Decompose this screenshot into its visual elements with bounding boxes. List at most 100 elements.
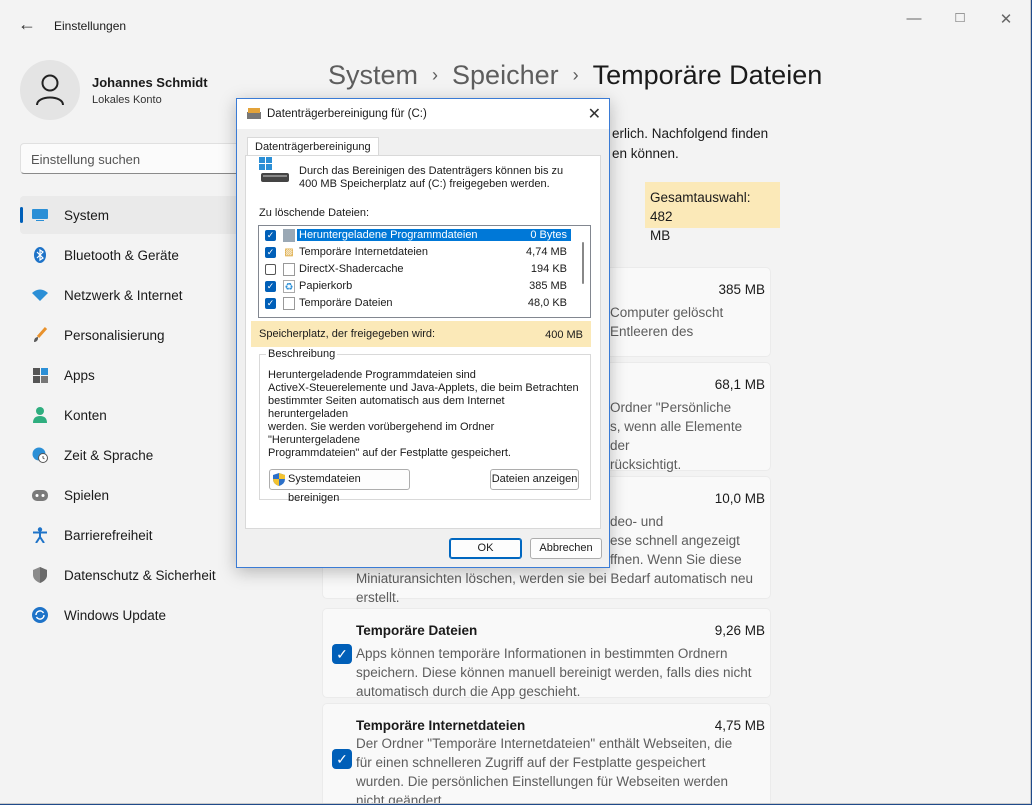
list-scrollbar[interactable] bbox=[576, 226, 590, 317]
sidebar-item-label: Konten bbox=[64, 407, 107, 423]
breadcrumb-item-system[interactable]: System bbox=[328, 60, 418, 90]
total-line: Gesamtauswahl: 482 bbox=[650, 190, 751, 224]
wifi-icon bbox=[32, 287, 48, 303]
description-title: Beschreibung bbox=[266, 348, 338, 360]
person-icon bbox=[32, 407, 48, 423]
card-size: 9,26 MB bbox=[714, 623, 765, 638]
sidebar-item-label: Apps bbox=[64, 367, 95, 383]
globe-clock-icon bbox=[32, 447, 48, 463]
maximize-icon[interactable]: □ bbox=[950, 9, 970, 26]
tab-disk-cleanup[interactable]: Datenträgerbereinigung bbox=[247, 137, 379, 157]
card-desc-line: s, wenn alle Elemente bbox=[610, 419, 743, 434]
document-icon bbox=[283, 263, 295, 276]
total-line: MB bbox=[650, 228, 671, 243]
card-desc-line: erstellt. bbox=[356, 590, 400, 605]
list-item[interactable]: ✓ Temporäre Dateien 48,0 KB bbox=[259, 295, 577, 312]
breadcrumb-item-storage[interactable]: Speicher bbox=[452, 60, 559, 90]
file-checkbox[interactable] bbox=[265, 264, 276, 275]
sidebar-item-label: Personalisierung bbox=[64, 327, 165, 343]
card-desc-line: Der Ordner "Temporäre Internetdateien" e… bbox=[356, 736, 733, 751]
brush-icon bbox=[32, 327, 48, 343]
folder-icon bbox=[283, 229, 295, 242]
file-name: Temporäre Dateien bbox=[299, 297, 393, 309]
dialog-title: Datenträgerbereinigung für (C:) bbox=[267, 108, 427, 120]
clean-system-files-button[interactable]: Systemdateien bereinigen bbox=[269, 469, 410, 504]
disk-cleanup-dialog: Datenträgerbereinigung für (C:) ✕ Datent… bbox=[236, 98, 610, 568]
card-desc-line: Apps können temporäre Informationen in b… bbox=[356, 646, 728, 661]
sidebar-item-personalization[interactable]: Personalisierung bbox=[20, 316, 260, 354]
dialog-close-icon[interactable]: ✕ bbox=[588, 104, 601, 124]
file-size: 194 KB bbox=[530, 263, 567, 275]
sidebar-item-apps[interactable]: Apps bbox=[20, 356, 260, 394]
file-name: Papierkorb bbox=[299, 280, 353, 292]
ok-button[interactable]: OK bbox=[449, 538, 522, 559]
sidebar-item-label: Barrierefreiheit bbox=[64, 527, 153, 543]
sidebar-item-accessibility[interactable]: Barrierefreiheit bbox=[20, 516, 260, 554]
list-item[interactable]: ✓ Heruntergeladene Programmdateien 0 Byt… bbox=[259, 227, 577, 244]
recycle-bin-icon: ♻ bbox=[283, 280, 295, 293]
file-name: DirectX-Shadercache bbox=[299, 263, 404, 275]
search-input[interactable]: Einstellung suchen bbox=[20, 143, 260, 174]
cleanup-info: Durch das Bereinigen des Datenträgers kö… bbox=[299, 165, 569, 191]
card-checkbox[interactable]: ✓ bbox=[332, 749, 352, 769]
sidebar-item-gaming[interactable]: Spielen bbox=[20, 476, 260, 514]
app-title: Einstellungen bbox=[54, 19, 127, 33]
gamepad-icon bbox=[32, 487, 48, 503]
sidebar-item-network[interactable]: Netzwerk & Internet bbox=[20, 276, 260, 314]
file-checkbox[interactable]: ✓ bbox=[265, 230, 276, 241]
description-line: Programmdateien" auf der Festplatte gesp… bbox=[268, 447, 511, 459]
user-name: Johannes Schmidt bbox=[92, 75, 208, 90]
drive-icon bbox=[259, 157, 289, 188]
card-checkbox[interactable]: ✓ bbox=[332, 644, 352, 664]
info-line: Durch das Bereinigen des Datenträgers kö… bbox=[299, 165, 564, 177]
sidebar-item-time-language[interactable]: Zeit & Sprache bbox=[20, 436, 260, 474]
card-desc-line: automatisch durch die App geschieht. bbox=[356, 684, 581, 699]
description-line: bestimmter Seiten automatisch aus dem In… bbox=[268, 395, 505, 420]
file-size: 0 Bytes bbox=[530, 229, 571, 241]
list-item[interactable]: ✓ ▨ Temporäre Internetdateien 4,74 MB bbox=[259, 244, 577, 261]
close-icon[interactable]: ✕ bbox=[996, 10, 1016, 28]
cancel-button[interactable]: Abbrechen bbox=[530, 538, 602, 559]
card-size: 10,0 MB bbox=[714, 491, 765, 506]
sidebar-item-label: System bbox=[64, 207, 110, 223]
card-desc-line: speichern. Diese können manuell bereinig… bbox=[356, 665, 752, 680]
file-checkbox[interactable]: ✓ bbox=[265, 281, 276, 292]
card-desc-line: ffnen. Wenn Sie diese bbox=[610, 552, 742, 567]
card-size: 385 MB bbox=[718, 282, 765, 297]
breadcrumb-separator: › bbox=[432, 65, 439, 85]
sidebar-item-label: Spielen bbox=[64, 487, 110, 503]
avatar[interactable] bbox=[20, 60, 80, 120]
file-size: 385 MB bbox=[529, 280, 567, 292]
sidebar-item-system[interactable]: System bbox=[20, 196, 260, 234]
lock-icon: ▨ bbox=[284, 247, 294, 258]
uac-shield-icon bbox=[273, 473, 285, 493]
file-checkbox[interactable]: ✓ bbox=[265, 247, 276, 258]
file-checkbox[interactable]: ✓ bbox=[265, 298, 276, 309]
card-desc-line: für einen schnelleren Zugriff auf der Fe… bbox=[356, 755, 706, 770]
card-desc-line: Entleeren des bbox=[610, 324, 694, 339]
minimize-icon[interactable]: — bbox=[904, 10, 924, 27]
sidebar-item-privacy[interactable]: Datenschutz & Sicherheit bbox=[20, 556, 260, 594]
shield-icon bbox=[32, 567, 48, 583]
list-item[interactable]: DirectX-Shadercache 194 KB bbox=[259, 261, 577, 278]
space-freed-value: 400 MB bbox=[545, 329, 583, 341]
description-text: Heruntergeladende Programmdateien sind A… bbox=[268, 369, 586, 460]
card-title: Temporäre Internetdateien bbox=[356, 718, 526, 733]
sidebar-item-bluetooth[interactable]: Bluetooth & Geräte bbox=[20, 236, 260, 274]
sidebar-item-accounts[interactable]: Konten bbox=[20, 396, 260, 434]
card-desc-line: ese schnell angezeigt bbox=[610, 533, 740, 548]
breadcrumb-separator: › bbox=[572, 65, 579, 85]
show-files-button[interactable]: Dateien anzeigen bbox=[490, 469, 579, 490]
sidebar-item-label: Windows Update bbox=[64, 607, 167, 623]
dialog-title-bar: Datenträgerbereinigung für (C:) ✕ bbox=[237, 99, 609, 129]
person-icon bbox=[36, 74, 64, 106]
user-account-type: Lokales Konto bbox=[92, 94, 162, 106]
card-size: 4,75 MB bbox=[714, 718, 765, 733]
scrollbar-thumb[interactable] bbox=[582, 242, 584, 284]
list-item[interactable]: ✓ ♻ Papierkorb 385 MB bbox=[259, 278, 577, 295]
files-list[interactable]: ✓ Heruntergeladene Programmdateien 0 Byt… bbox=[258, 225, 591, 318]
back-arrow-icon[interactable]: ← bbox=[18, 14, 36, 35]
sidebar-item-windows-update[interactable]: Windows Update bbox=[20, 596, 260, 634]
file-name: Heruntergeladene Programmdateien bbox=[297, 229, 533, 241]
description-line: Heruntergeladende Programmdateien sind bbox=[268, 369, 476, 381]
